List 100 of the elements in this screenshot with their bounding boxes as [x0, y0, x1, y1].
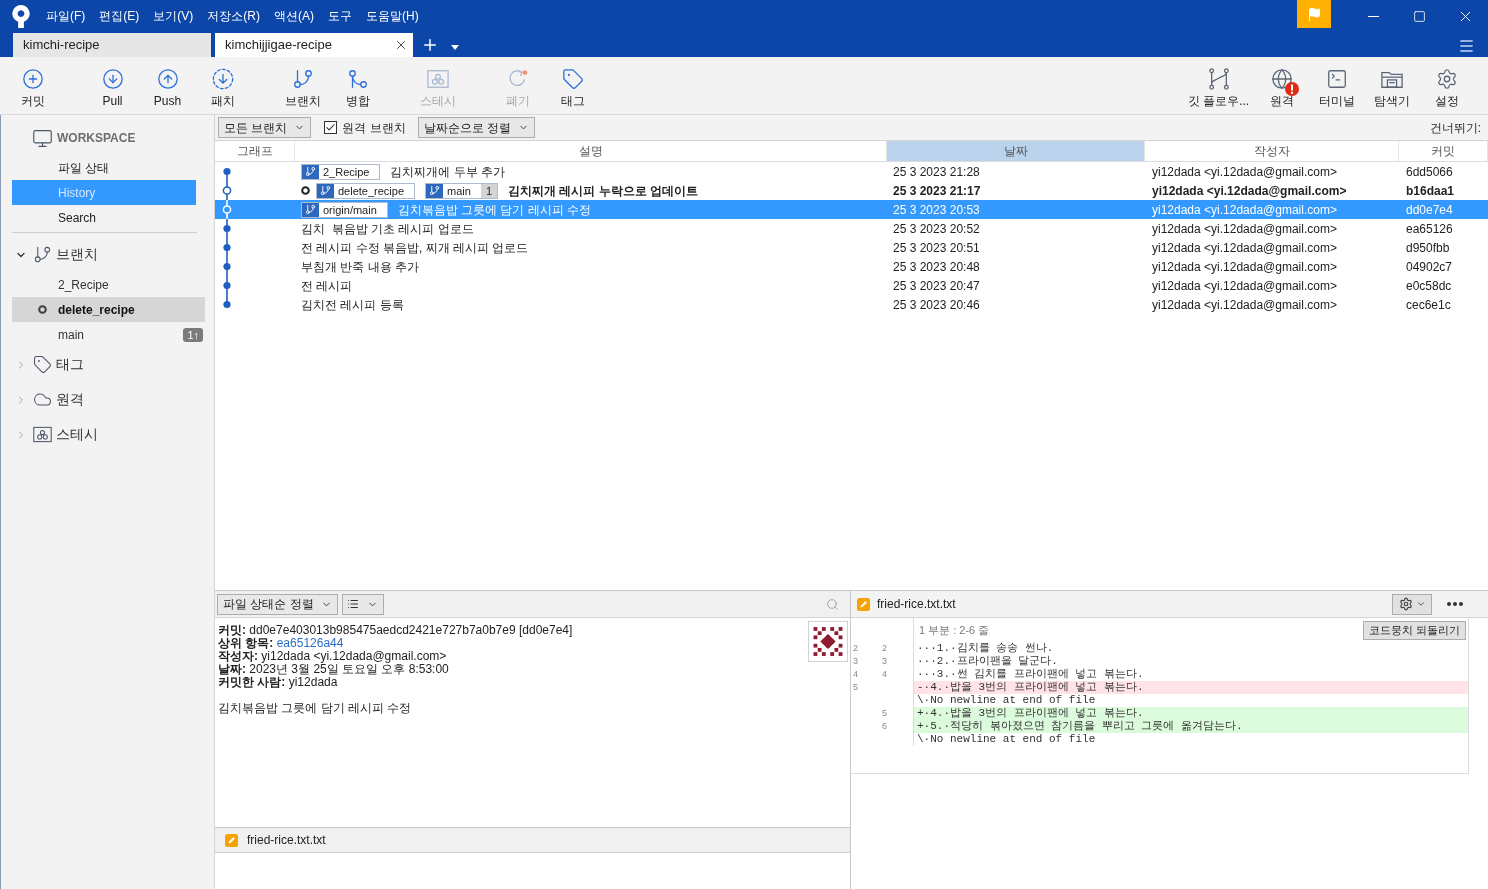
menu-item[interactable]: 보기(V): [153, 7, 194, 25]
commit-author: yi12dada <yi.12dada@gmail.com>: [1151, 277, 1338, 295]
line-number: 2: [882, 643, 887, 653]
commit-row[interactable]: 김치 볶음밥 기초 레시피 업로드 25 3 2023 20:52 yi12dada <yi.12dada@gmail.com> ea65126: [215, 219, 1488, 238]
branch-item[interactable]: 2_Recipe: [12, 272, 205, 297]
toolbar-button[interactable]: 브랜치: [275, 57, 330, 114]
dashed-down-arrow-circle-icon: [211, 68, 234, 90]
branch-tag[interactable]: 2_Recipe: [301, 163, 381, 180]
checkbox[interactable]: [324, 121, 338, 134]
toolbar-button[interactable]: 탐색기: [1364, 57, 1419, 114]
commit-date: 25 3 2023 20:47: [892, 277, 981, 295]
branch-item[interactable]: main 1↑: [12, 322, 205, 347]
view-mode-dropdown[interactable]: [341, 593, 384, 615]
stash-box-icon: [33, 425, 52, 444]
branch-item[interactable]: delete_recipe: [12, 297, 205, 322]
menu-item[interactable]: 도움말(H): [366, 7, 419, 25]
new-tab-button[interactable]: [421, 36, 439, 54]
graph-dot-icon: [221, 257, 233, 276]
toolbar-button[interactable]: 원격: [1254, 57, 1309, 114]
commit-row[interactable]: origin/main 김치볶음밥 그릇에 담기 레시피 수정 25 3 2023 20:53 yi12dada <yi.12dada@gmail.com> dd0e7e4: [215, 200, 1488, 219]
chevron-down-icon: [1415, 599, 1426, 609]
toolbar-button[interactable]: 깃 플로우...: [1183, 57, 1254, 114]
tag-icon: [33, 355, 52, 374]
commit-hash: 04902c7: [1405, 258, 1454, 276]
ring-icon: [37, 305, 47, 314]
commit-author: yi12dada <yi.12dada@gmail.com>: [1151, 220, 1338, 238]
branch-filter-dropdown[interactable]: 모든 브랜치: [218, 117, 312, 138]
toolbar-button[interactable]: 패치: [195, 57, 250, 114]
merge-icon: [346, 68, 369, 90]
commit-row[interactable]: 김치전 레시피 등록 25 3 2023 20:46 yi12dada <yi.12dada@gmail.com> cec6e1c: [215, 295, 1488, 314]
line-number: 4: [853, 669, 858, 679]
branch-name: origin/main: [322, 202, 378, 217]
column-header[interactable]: 날짜: [887, 141, 1145, 161]
commit-author: yi12dada <yi.12dada@gmail.com>: [1151, 239, 1338, 257]
pencil-icon: [857, 597, 870, 611]
settings-dropdown-button[interactable]: [1392, 593, 1432, 615]
jump-label: 건너뛰기:: [1429, 119, 1481, 137]
commit-author: yi12dada <yi.12dada@gmail.com>: [1151, 296, 1338, 314]
line-number: 3: [882, 656, 887, 666]
tab-list-button[interactable]: [450, 42, 460, 52]
branch-icon: [33, 245, 52, 264]
sidebar-section-header[interactable]: 스테시: [1, 417, 214, 452]
menu-item[interactable]: 도구: [328, 7, 352, 25]
toolbar-button[interactable]: 커밋: [5, 57, 60, 114]
menu-item[interactable]: 편집(E): [99, 7, 140, 25]
sort-dropdown[interactable]: 날짜순으로 정렬: [417, 117, 536, 138]
minimize-icon: [1367, 15, 1379, 17]
toolbar-button[interactable]: Pull: [85, 57, 140, 114]
close-icon: [394, 38, 408, 52]
commit-detail-line: 날짜: 2023년 3월 25일 토요일 오후 8:53:00: [218, 663, 450, 676]
repo-tab[interactable]: kimchijjigae-recipe: [215, 33, 413, 57]
toolbar-button[interactable]: 설정: [1419, 57, 1474, 114]
toolbar-button[interactable]: 터미널: [1309, 57, 1364, 114]
commit-date: 25 3 2023 20:51: [892, 239, 981, 257]
commit-row[interactable]: 2_Recipe 김치찌개에 두부 추가 25 3 2023 21:28 yi12dada <yi.12dada@gmail.com> 6dd5066: [215, 162, 1488, 181]
commit-detail-line: 커밋한 사람: yi12dada: [218, 676, 339, 689]
menu-item[interactable]: 액션(A): [274, 7, 314, 25]
graph-dot-icon: [221, 219, 233, 238]
commit-row[interactable]: 전 레시피 25 3 2023 20:47 yi12dada <yi.12dada@gmail.com> e0c58dc: [215, 276, 1488, 295]
plus-circle-icon: [21, 68, 44, 90]
revert-hunk-button[interactable]: 코드뭉치 되돌리기: [1362, 620, 1466, 640]
commit-message: 김치볶음밥 그릇에 담기 레시피 수정: [218, 702, 413, 715]
branch-tag[interactable]: delete_recipe: [316, 182, 416, 199]
parent-commit-link[interactable]: ea65126a44: [276, 636, 344, 650]
toolbar-button[interactable]: 태그: [545, 57, 600, 114]
file-row[interactable]: fried-rice.txt.txt: [215, 828, 850, 853]
sidebar-section-header[interactable]: 원격: [1, 382, 214, 417]
line-number: 2: [853, 643, 858, 653]
commit-message: 김치전 레시피 등록: [301, 296, 404, 314]
commit-date: 25 3 2023 20:53: [892, 201, 981, 219]
branch-tag[interactable]: origin/main: [301, 201, 388, 218]
sidebar-item[interactable]: 파일 상태: [12, 155, 196, 180]
branch-tag[interactable]: main 1: [425, 182, 499, 199]
branch-icon: [317, 183, 334, 198]
sidebar-section-header[interactable]: 브랜치: [1, 237, 214, 272]
graph-ring-icon: [221, 200, 233, 219]
toolbar-button[interactable]: Push: [140, 57, 195, 114]
ahead-badge: 1↑: [183, 327, 203, 342]
globe-icon: [1270, 68, 1293, 90]
commit-row[interactable]: 전 레시피 수정 볶음밥, 찌개 레시피 업로드 25 3 2023 20:51 yi12dada <yi.12dada@gmail.com> d950fbb: [215, 238, 1488, 257]
maximize-icon: [1412, 9, 1426, 23]
sidebar-section-header[interactable]: 태그: [1, 347, 214, 382]
file-sort-dropdown[interactable]: 파일 상태순 정렬: [217, 593, 338, 615]
more-icon: [1447, 602, 1463, 606]
cloud-icon: [33, 390, 52, 409]
commit-hash: dd0e7e4: [1405, 201, 1454, 219]
toolbar-button[interactable]: 병합: [330, 57, 385, 114]
repo-tab[interactable]: kimchi-recipe: [13, 33, 211, 57]
sidebar-item[interactable]: Search: [12, 205, 196, 230]
menu-item[interactable]: 파일(F): [46, 7, 86, 25]
menu-item[interactable]: 저장소(R): [207, 7, 260, 25]
commit-row[interactable]: 부침개 반죽 내용 추가 25 3 2023 20:48 yi12dada <yi.12dada@gmail.com> 04902c7: [215, 257, 1488, 276]
terminal-icon: [1325, 68, 1348, 90]
branch-flow-icon: [1207, 68, 1230, 90]
commit-author: yi12dada <yi.12dada@gmail.com>: [1151, 182, 1348, 200]
commit-row[interactable]: delete_recipe main 1 김치찌개 레시피 누락으로 업데이트 25 3 2023 21:17 yi12dada <yi.12dada@gmail.com> b16daa1: [215, 181, 1488, 200]
menu-button[interactable]: [1458, 38, 1475, 53]
commit-date: 25 3 2023 21:17: [892, 182, 982, 200]
branch-icon: [302, 164, 319, 179]
commit-hash: e0c58dc: [1405, 277, 1453, 295]
